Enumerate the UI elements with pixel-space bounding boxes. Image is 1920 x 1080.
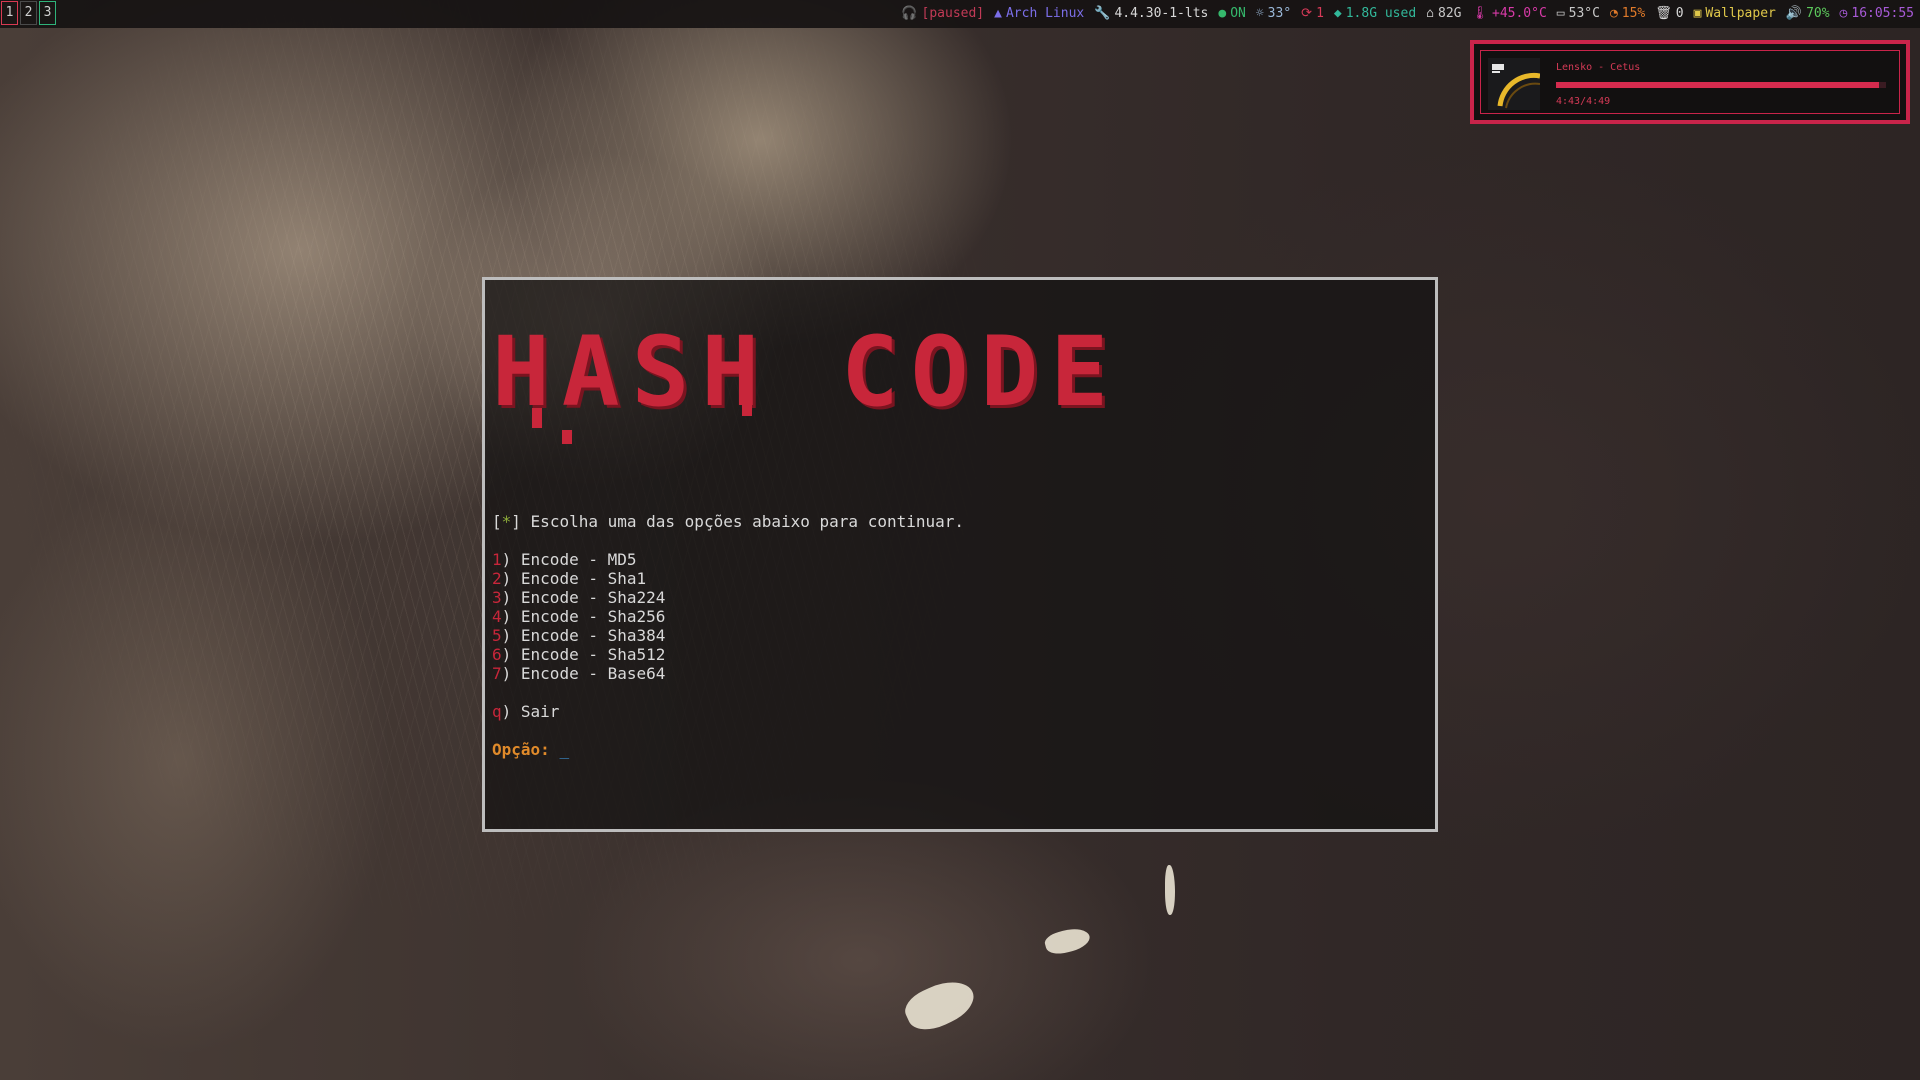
gpu-temp-status: ▭ 53°C	[1557, 0, 1600, 28]
kernel-version: 4.4.30-1-lts	[1114, 6, 1209, 21]
wallpaper-status[interactable]: ▣ Wallpaper	[1694, 0, 1776, 28]
os-name: Arch Linux	[1005, 6, 1085, 21]
updates-status[interactable]: ⟳ 1	[1301, 0, 1324, 28]
music-status-text: [paused]	[921, 6, 985, 21]
cpu-load-status: ◔ 15%	[1610, 0, 1645, 28]
track-title: Lensko - Cetus	[1556, 62, 1641, 73]
clock-icon: ◷	[1839, 6, 1848, 21]
clock-time: 16:05:55	[1851, 6, 1914, 21]
cpu-temp: +45.0°C	[1492, 6, 1547, 21]
terminal-window[interactable]: HASH CODE [*] Escolha uma das opções aba…	[482, 277, 1438, 832]
image-icon: ▣	[1693, 6, 1702, 21]
workspace-1-button[interactable]: 1	[1, 1, 18, 25]
memory-status: ◆ 1.8G used	[1334, 0, 1416, 28]
option-key: 1	[492, 550, 502, 569]
menu-option-5: 5) Encode - Sha384	[492, 626, 665, 645]
weather-status: ☼ 33°	[1256, 0, 1291, 28]
updates-count: 1	[1316, 6, 1324, 21]
gpu-temp: 53°C	[1568, 6, 1600, 21]
cpu-temp-status: 🌡 +45.0°C	[1471, 0, 1546, 28]
intro-line: [*] Escolha uma das opções abaixo para c…	[492, 512, 964, 531]
banner-drip-decoration	[532, 408, 542, 428]
weather-temp: 33°	[1267, 6, 1292, 21]
cpu-load: 15%	[1621, 6, 1646, 21]
top-status-bar: 1 2 3 🎧 [paused] ▲ Arch Linux 🔧 4.4.30-1…	[0, 0, 1920, 28]
volume-status[interactable]: 🔊 70%	[1786, 0, 1830, 28]
memory-used: 1.8G used	[1345, 6, 1417, 21]
banner-drip-decoration	[742, 398, 752, 416]
trash-status[interactable]: 🗑 0	[1655, 0, 1683, 28]
music-status[interactable]: 🎧 [paused]	[901, 0, 984, 28]
option-key: 7	[492, 664, 502, 683]
trash-icon: 🗑	[1655, 6, 1672, 21]
memory-chip-icon: ◆	[1333, 6, 1342, 21]
workspace-3-button[interactable]: 3	[39, 1, 56, 25]
option-key: 6	[492, 645, 502, 664]
wrench-icon: 🔧	[1094, 6, 1111, 21]
ascii-art-banner: HASH CODE	[492, 316, 1121, 428]
option-label: ) Encode - Sha512	[501, 645, 666, 664]
terminal-content: HASH CODE [*] Escolha uma das opções aba…	[488, 280, 1435, 829]
album-cover	[1488, 58, 1540, 110]
option-label: ) Sair	[501, 702, 560, 721]
refresh-icon: ⟳	[1301, 6, 1313, 21]
workspace-switcher: 1 2 3	[0, 0, 57, 28]
option-key: 2	[492, 569, 502, 588]
sun-icon: ☼	[1255, 6, 1264, 21]
wallpaper-lion-tooth	[1165, 865, 1175, 915]
intro-bracket: [	[492, 512, 502, 531]
option-key: q	[492, 702, 502, 721]
status-modules: 🎧 [paused] ▲ Arch Linux 🔧 4.4.30-1-lts ●…	[901, 0, 1914, 28]
track-time: 4:43/4:49	[1556, 96, 1611, 107]
intro-text: ] Escolha uma das opções abaixo para con…	[511, 512, 965, 531]
network-status[interactable]: ● ON	[1218, 0, 1245, 28]
menu-option-2: 2) Encode - Sha1	[492, 569, 646, 588]
network-state: ON	[1230, 6, 1246, 21]
option-label: ) Encode - Sha1	[501, 569, 647, 588]
option-label: ) Encode - Base64	[501, 664, 666, 683]
menu-option-6: 6) Encode - Sha512	[492, 645, 665, 664]
workspace-2-button[interactable]: 2	[20, 1, 37, 25]
monitor-icon: ▭	[1556, 6, 1565, 21]
disk-status: ⌂ 82G	[1426, 0, 1461, 28]
option-label: ) Encode - MD5	[501, 550, 637, 569]
intro-star: *	[501, 512, 512, 531]
disk-free: 82G	[1438, 6, 1462, 21]
text-cursor: _	[559, 740, 570, 759]
volume-level: 70%	[1806, 6, 1830, 21]
kernel-status: 🔧 4.4.30-1-lts	[1094, 0, 1208, 28]
headphones-icon: 🎧	[901, 6, 918, 21]
menu-option-4: 4) Encode - Sha256	[492, 607, 665, 626]
input-prompt: Opção:	[492, 740, 550, 759]
home-icon: ⌂	[1426, 6, 1434, 21]
track-progress-fill	[1556, 82, 1880, 88]
track-progress-bar[interactable]	[1556, 82, 1886, 88]
option-label: ) Encode - Sha224	[501, 588, 666, 607]
option-key: 3	[492, 588, 502, 607]
trash-count: 0	[1675, 6, 1684, 21]
gauge-icon: ◔	[1609, 6, 1618, 21]
banner-drip-decoration	[562, 430, 572, 444]
wallpaper-label: Wallpaper	[1705, 6, 1776, 21]
option-label: ) Encode - Sha256	[501, 607, 666, 626]
speaker-icon: 🔊	[1785, 6, 1803, 21]
os-status: ▲ Arch Linux	[994, 0, 1084, 28]
menu-option-3: 3) Encode - Sha224	[492, 588, 665, 607]
option-key: 4	[492, 607, 502, 626]
input-prompt-line[interactable]: Opção: _	[492, 740, 569, 759]
clock-status: ◷ 16:05:55	[1840, 0, 1914, 28]
music-player-widget[interactable]: Lensko - Cetus 4:43/4:49	[1470, 40, 1910, 124]
menu-option-quit: q) Sair	[492, 702, 559, 721]
globe-icon: ●	[1218, 6, 1227, 21]
thermometer-icon: 🌡	[1471, 6, 1488, 21]
arch-linux-icon: ▲	[994, 6, 1002, 21]
option-label: ) Encode - Sha384	[501, 626, 666, 645]
menu-option-7: 7) Encode - Base64	[492, 664, 665, 683]
menu-option-1: 1) Encode - MD5	[492, 550, 637, 569]
option-key: 5	[492, 626, 502, 645]
